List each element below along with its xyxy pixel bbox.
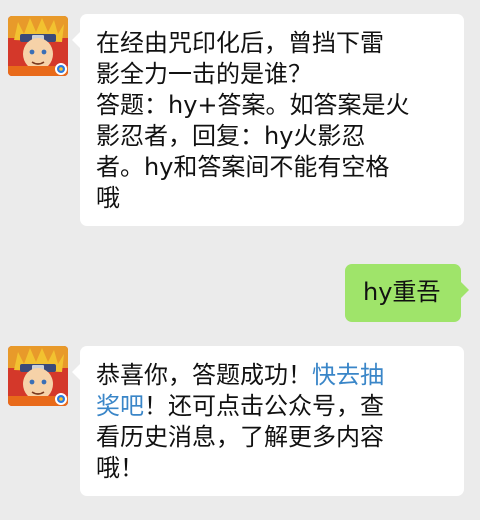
message-text-line: 者。hy和答案间不能有空格: [96, 153, 390, 181]
lottery-link[interactable]: 奖吧: [96, 392, 144, 420]
message-text: hy重吾: [363, 278, 441, 306]
message-text-line: 奖吧！还可点击公众号，查: [96, 391, 449, 422]
message-text-line: 影全力一击的是谁？: [96, 60, 312, 88]
message-text-line: 恭喜你，答题成功！快去抽: [96, 360, 449, 391]
message-text: ！还可点击公众号，查: [144, 392, 384, 420]
message-text-line: 在经由咒印化后，曾挡下雷: [96, 29, 384, 57]
incoming-message-bubble[interactable]: 在经由咒印化后，曾挡下雷 影全力一击的是谁？ 答题：hy+答案。如答案是火 影忍…: [72, 14, 464, 226]
naruto-avatar-icon: [8, 16, 68, 76]
message-text: 恭喜你，答题成功！: [96, 361, 312, 389]
incoming-message-bubble[interactable]: 恭喜你，答题成功！快去抽 奖吧！还可点击公众号，查 看历史消息，了解更多内容 哦…: [72, 346, 464, 496]
outgoing-message-bubble[interactable]: hy重吾: [345, 264, 469, 322]
message-text-line: 看历史消息，了解更多内容: [96, 423, 384, 451]
lottery-link[interactable]: 快去抽: [312, 361, 384, 389]
message-text-line: 哦！: [96, 454, 144, 482]
bot-avatar[interactable]: [8, 346, 68, 406]
message-text-line: 哦: [96, 184, 120, 212]
message-text-line: 答题：hy+答案。如答案是火: [96, 91, 410, 119]
bot-avatar[interactable]: [8, 16, 68, 76]
message-text-line: 影忍者，回复：hy火影忍: [96, 122, 366, 150]
naruto-avatar-icon: [8, 346, 68, 406]
